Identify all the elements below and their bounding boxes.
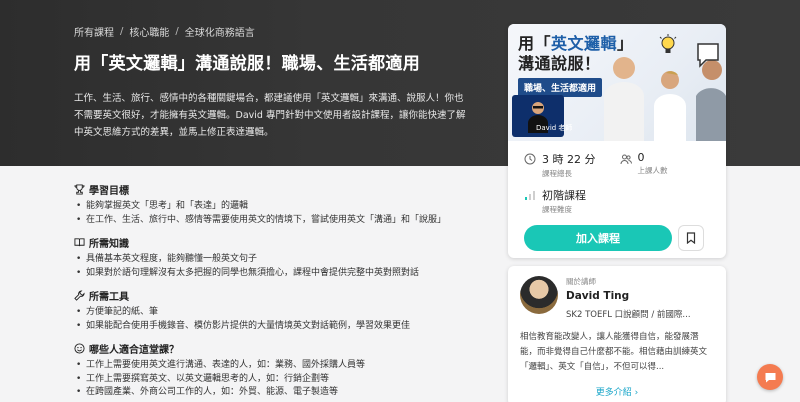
- students-value: 0: [637, 151, 645, 164]
- breadcrumb-separator: /: [120, 26, 124, 37]
- section-title-text: 所需工具: [89, 292, 129, 303]
- instructor-card: 關於講師 David Ting SK2 TOEFL 口說顧問 / 前國際... …: [508, 266, 726, 402]
- thumbnail-title-line: 溝通說服！: [518, 54, 601, 73]
- instructor-role: SK2 TOEFL 口說顧問 / 前國際...: [566, 310, 691, 320]
- thumbnail-title-line: 用「英文邏輯」: [518, 34, 634, 54]
- section-title: 學習目標: [74, 182, 474, 197]
- section-title-text: 所需知識: [89, 239, 129, 250]
- more-info-label: 更多介紹: [595, 388, 632, 398]
- breadcrumb-item-business-language[interactable]: 全球化商務語言: [185, 24, 255, 39]
- duration-label: 課程總長: [542, 169, 572, 178]
- about-instructor-label: 關於講師: [566, 277, 596, 286]
- avatar[interactable]: [520, 276, 558, 314]
- section-title: 所需知識: [74, 235, 474, 250]
- list-item: 能夠掌握英文「思考」和「表達」的邏輯: [74, 200, 474, 214]
- join-row: 加入課程: [524, 225, 710, 251]
- instructor-header: 關於講師 David Ting SK2 TOEFL 口說顧問 / 前國際...: [520, 276, 714, 320]
- bookmark-icon: [686, 232, 696, 244]
- trophy-icon: [74, 184, 85, 195]
- duration-value: 3 時 22 分: [542, 153, 596, 166]
- smile-icon: [74, 343, 85, 354]
- bookmark-button[interactable]: [678, 225, 704, 251]
- hero-content: 所有課程 / 核心職能 / 全球化商務語言 用「英文邏輯」溝通說服！職場、生活都…: [74, 24, 466, 141]
- breadcrumb-item-all-courses[interactable]: 所有課程: [74, 24, 114, 39]
- breadcrumb-separator: /: [175, 26, 179, 37]
- students-label: 上課人數: [637, 166, 668, 175]
- course-description: 工作、生活、旅行、感情中的各種關鍵場合，都建議使用「英文邏輯」來溝通、說服人！你…: [74, 93, 466, 138]
- instructor-bio: 相信教育能改變人，讓人能獲得自信，能發展潛能，而非覺得自己什麼都不能。相信藉由訓…: [520, 332, 708, 372]
- stat-duration: 3 時 22 分 課程總長: [524, 151, 596, 179]
- clock-icon: [524, 153, 536, 165]
- list-item: 方便筆記的紙、筆: [74, 306, 474, 320]
- book-icon: [74, 238, 85, 247]
- section-tools: 所需工具 方便筆記的紙、筆 如果能配合使用手機錄音、模仿影片提供的大量情境英文對…: [74, 288, 474, 333]
- wrench-icon: [74, 290, 85, 301]
- list-item: 工作上需要撰寫英文、以英文邏輯思考的人，如：行銷企劃等: [74, 373, 474, 387]
- list-item: 在跨國產業、外商公司工作的人，如：外貿、能源、電子製造等: [74, 386, 474, 400]
- lightbulb-icon: [659, 34, 677, 53]
- list-item: 工作上需要使用英文進行溝通、表達的人，如：業務、國外採購人員等: [74, 359, 474, 373]
- level-label: 課程難度: [542, 205, 572, 214]
- thumbnail-title: 用「英文邏輯」 溝通說服！: [518, 34, 634, 74]
- thumbnail-title-highlight: 英文邏輯: [551, 34, 618, 53]
- page-title: 用「英文邏輯」溝通說服！職場、生活都適用: [74, 54, 420, 74]
- thumbnail-title-part: 用「: [518, 34, 552, 53]
- list-item: 如果能配合使用手機錄音、模仿影片提供的大量情境英文對話範例，學習效果更佳: [74, 320, 474, 334]
- chevron-right-icon: ›: [634, 388, 639, 398]
- speech-bubble-icon: [697, 43, 719, 68]
- course-details: 學習目標 能夠掌握英文「思考」和「表達」的邏輯 在工作、生活、旅行中、感情等需要…: [74, 182, 474, 402]
- list-item: 在工作、生活、旅行中、感情等需要使用英文的情境下，嘗試使用英文「溝通」和「說服」: [74, 214, 474, 228]
- section-learning-goals: 學習目標 能夠掌握英文「思考」和「表達」的邏輯 在工作、生活、旅行中、感情等需要…: [74, 182, 474, 227]
- instructor-meta: 關於講師 David Ting SK2 TOEFL 口說顧問 / 前國際...: [566, 276, 716, 320]
- course-card: 用「英文邏輯」 溝通說服！ 職場、生活都適用 David 老師 3 時 22 分…: [508, 24, 726, 258]
- breadcrumb: 所有課程 / 核心職能 / 全球化商務語言: [74, 24, 464, 39]
- stat-level: 初階課程 課程難度: [524, 187, 710, 215]
- course-thumbnail[interactable]: 用「英文邏輯」 溝通說服！ 職場、生活都適用 David 老師: [508, 24, 726, 141]
- section-title-text: 哪些人適合這堂課？: [89, 345, 179, 356]
- chat-icon: [765, 372, 775, 382]
- thumbnail-title-part: 」: [617, 34, 634, 53]
- level-bars-icon: [525, 191, 535, 200]
- users-icon: [620, 154, 632, 165]
- course-stats: 3 時 22 分 課程總長 0 上課人數 初階課程 課程難度 加入課程: [508, 141, 726, 251]
- stat-row: 3 時 22 分 課程總長 0 上課人數: [524, 151, 710, 179]
- list-item: 如果對於語句理解沒有太多把握的同學也無須擔心，課程中會提供完整中英對照對話: [74, 267, 474, 281]
- level-value: 初階課程: [542, 189, 586, 202]
- section-title-text: 學習目標: [89, 186, 129, 197]
- section-prerequisites: 所需知識 具備基本英文程度，能夠聽懂一般英文句子 如果對於語句理解沒有太多把握的…: [74, 235, 474, 280]
- stat-students: 0 上課人數: [620, 151, 668, 179]
- join-course-button[interactable]: 加入課程: [524, 225, 672, 251]
- list-item: 具備基本英文程度，能夠聽懂一般英文句子: [74, 253, 474, 267]
- section-title: 哪些人適合這堂課？: [74, 341, 474, 356]
- section-title: 所需工具: [74, 288, 474, 303]
- more-info-link[interactable]: 更多介紹 ›: [520, 385, 714, 398]
- instructor-name[interactable]: David Ting: [566, 290, 716, 302]
- chat-button[interactable]: [757, 364, 783, 390]
- instructor-badge-label: David 老師: [536, 124, 573, 132]
- section-audience: 哪些人適合這堂課？ 工作上需要使用英文進行溝通、表達的人，如：業務、國外採購人員…: [74, 341, 474, 400]
- breadcrumb-item-core-skills[interactable]: 核心職能: [129, 24, 169, 39]
